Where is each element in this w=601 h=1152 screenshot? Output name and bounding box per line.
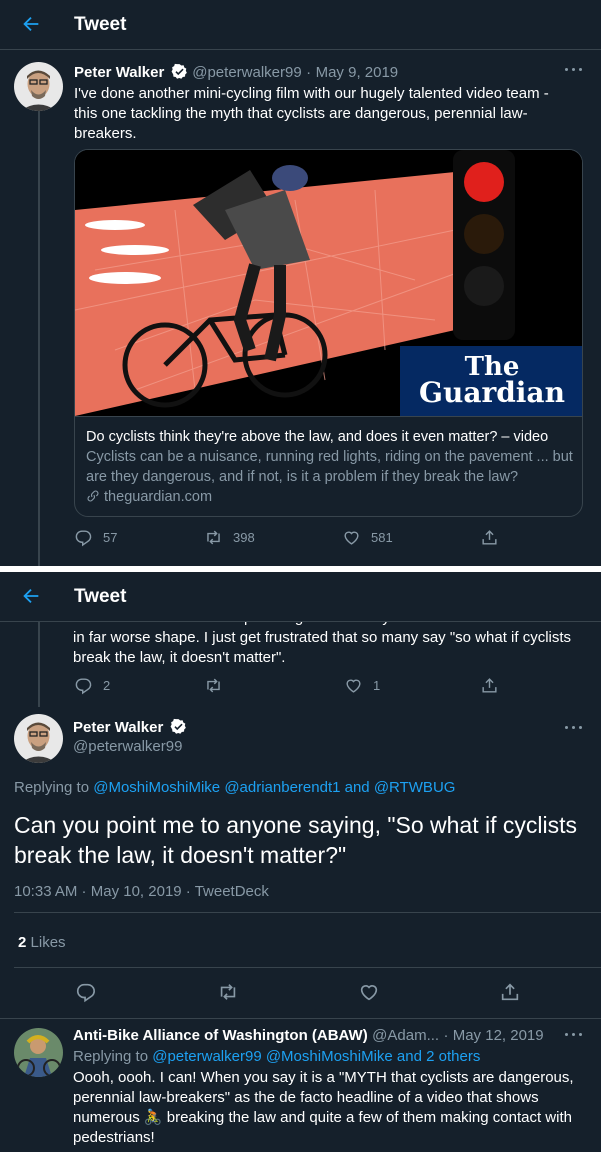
- header: Tweet: [0, 0, 601, 50]
- tweet-date[interactable]: May 12, 2019: [453, 1027, 544, 1044]
- tweet-panel-bottom: been knocked down on a ped Xing had been…: [0, 572, 601, 1152]
- card-text: Do cyclists think they're above the law,…: [75, 416, 582, 516]
- author-name[interactable]: Peter Walker: [74, 64, 164, 81]
- thread-line: [38, 111, 40, 566]
- reply-button[interactable]: 2: [74, 676, 110, 695]
- reply-count: 57: [103, 530, 118, 545]
- share-icon: [501, 983, 519, 1001]
- author-handle[interactable]: @peterwalker99: [192, 64, 301, 81]
- separator: [0, 1018, 601, 1019]
- like-button[interactable]: [358, 981, 390, 1003]
- tweet-date[interactable]: May 9, 2019: [316, 64, 399, 81]
- tweet-panel-top: Tweet Peter Walker @peterwalker99 · May …: [0, 0, 601, 566]
- author-name-row: Peter Walker: [73, 718, 187, 737]
- separator: [14, 967, 601, 968]
- card-image: The Guardian: [75, 150, 582, 416]
- retweet-icon: [220, 984, 236, 1000]
- share-button[interactable]: [480, 676, 509, 695]
- tweet-text: I've done another mini-cycling film with…: [74, 85, 549, 142]
- share-button[interactable]: [499, 981, 531, 1003]
- more-icon[interactable]: [565, 1033, 585, 1039]
- likes-count: 2: [18, 934, 27, 951]
- share-icon: [482, 530, 497, 545]
- likes-stat[interactable]: 2 Likes: [18, 934, 66, 951]
- author-name[interactable]: Peter Walker: [73, 719, 163, 736]
- reply-count: 2: [103, 678, 111, 693]
- reply-icon: [75, 530, 92, 547]
- verified-badge-icon: [170, 718, 186, 734]
- retweet-button[interactable]: [204, 676, 233, 695]
- like-icon: [344, 531, 359, 545]
- mention-link[interactable]: @adrianberendt1: [224, 779, 340, 796]
- like-icon: [360, 985, 378, 1001]
- replying-to: Replying to @MoshiMoshiMike @adrianberen…: [14, 779, 456, 796]
- like-button[interactable]: 1: [344, 676, 380, 695]
- separator: [14, 912, 601, 913]
- page-title: Tweet: [74, 586, 127, 607]
- back-arrow-icon[interactable]: [20, 13, 42, 35]
- share-icon: [482, 678, 497, 693]
- reply-icon: [76, 983, 96, 1003]
- thread-line: [38, 622, 40, 707]
- retweet-button[interactable]: 398: [204, 528, 255, 547]
- link-icon: [87, 490, 99, 502]
- mention-links[interactable]: @peterwalker99 @MoshiMoshiMike and 2 oth…: [152, 1048, 480, 1065]
- more-icon[interactable]: [565, 68, 585, 74]
- share-button[interactable]: [480, 528, 509, 547]
- tweet-source[interactable]: TweetDeck: [195, 883, 269, 900]
- tweet-time[interactable]: 10:33 AM: [14, 883, 77, 900]
- reply-tweet-text: Oooh, oooh. I can! When you say it is a …: [73, 1069, 574, 1146]
- link-card[interactable]: The Guardian Do cyclists think they're a…: [74, 149, 583, 517]
- like-count: 581: [371, 530, 393, 545]
- tweet-timestamp: 10:33 AM · May 10, 2019 · TweetDeck: [14, 883, 269, 900]
- mention-link[interactable]: @MoshiMoshiMike: [93, 779, 220, 796]
- author-handle[interactable]: @peterwalker99: [73, 738, 182, 755]
- likes-label: Likes: [30, 934, 66, 951]
- card-title: Do cyclists think they're above the law,…: [86, 429, 549, 445]
- replying-to: Replying to @peterwalker99 @MoshiMoshiMi…: [73, 1048, 481, 1065]
- avatar[interactable]: [14, 1028, 63, 1077]
- retweet-button[interactable]: [217, 981, 249, 1003]
- retweet-icon: [207, 530, 220, 545]
- author-name[interactable]: Anti-Bike Alliance of Washington (ABAW): [73, 1027, 368, 1044]
- reply-meta: Anti-Bike Alliance of Washington (ABAW) …: [73, 1027, 544, 1044]
- guardian-logo: The Guardian: [419, 352, 565, 409]
- author-handle[interactable]: @Adam...: [372, 1027, 439, 1044]
- like-count: 1: [373, 678, 381, 693]
- like-button[interactable]: 581: [342, 528, 393, 547]
- card-description: Cyclists can be a nuisance, running red …: [86, 449, 573, 485]
- reply-icon: [75, 678, 92, 695]
- page-title: Tweet: [74, 14, 127, 35]
- cyclist-emoji: 🚴: [143, 1109, 163, 1126]
- header: Tweet: [0, 572, 601, 622]
- more-icon[interactable]: [565, 726, 585, 732]
- prev-tweet-text: in far worse shape. I just get frustrate…: [73, 629, 572, 666]
- verified-badge-icon: [171, 63, 187, 79]
- card-domain: theguardian.com: [86, 487, 573, 507]
- back-arrow-icon[interactable]: [20, 585, 42, 607]
- avatar[interactable]: [14, 714, 63, 763]
- like-icon: [346, 679, 361, 693]
- retweet-icon: [207, 678, 220, 693]
- reply-button[interactable]: [75, 981, 107, 1003]
- mention-link[interactable]: @RTWBUG: [374, 779, 456, 796]
- main-tweet-text: Can you point me to anyone saying, "So w…: [14, 812, 578, 868]
- reply-button[interactable]: 57: [74, 528, 117, 547]
- meta-separator: ·: [306, 64, 312, 81]
- tweet-date[interactable]: May 10, 2019: [91, 883, 182, 900]
- avatar[interactable]: [14, 62, 63, 111]
- retweet-count: 398: [233, 530, 255, 545]
- tweet-meta: Peter Walker @peterwalker99 · May 9, 201…: [74, 63, 574, 82]
